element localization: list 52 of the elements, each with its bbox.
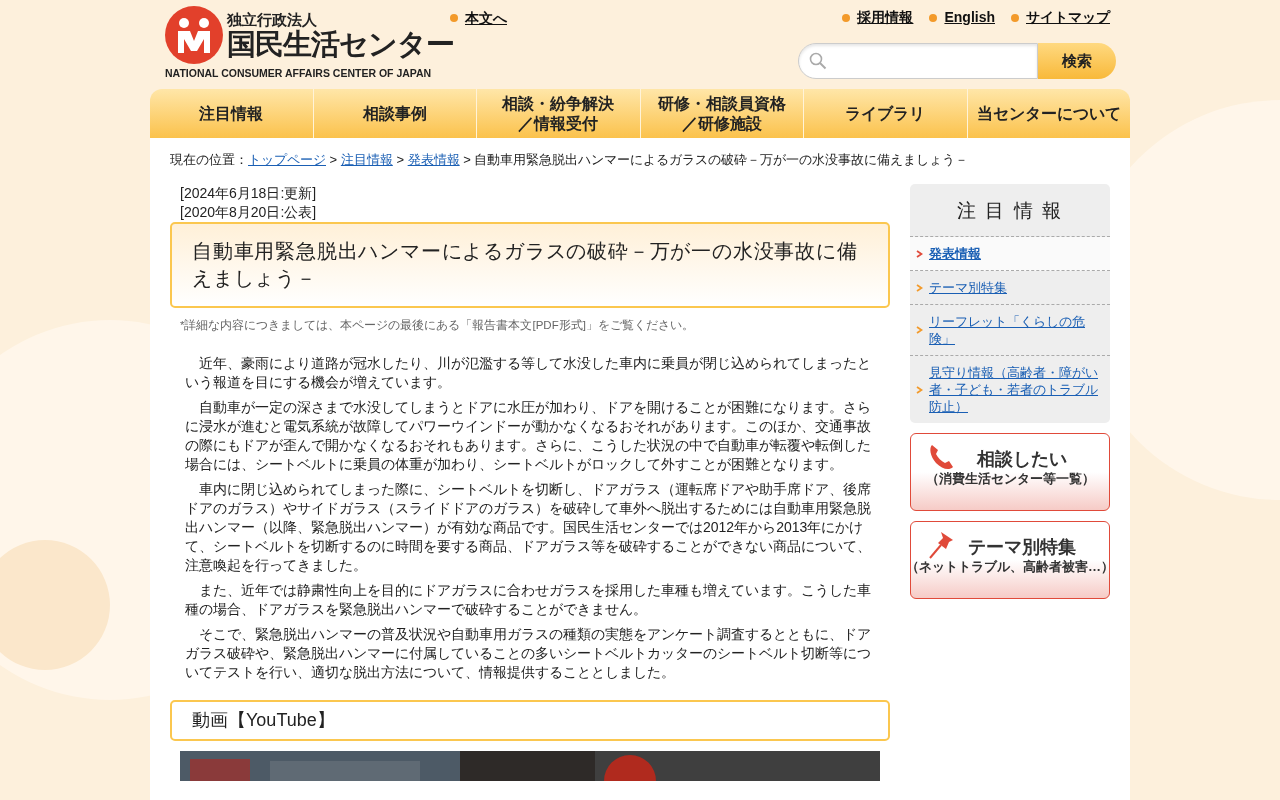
sidebar-link[interactable]: リーフレット「くらしの危険」 [929,313,1102,347]
nav-tab[interactable]: ライブラリ [804,89,968,138]
video-heading: 動画【YouTube】 [170,699,890,742]
banner-subtitle: （消費生活センター等一覧） [925,470,1095,488]
header-link[interactable]: 採用情報 [857,7,914,28]
search-icon [809,52,827,70]
organization-english-name: NATIONAL CONSUMER AFFAIRS CENTER OF JAPAN [165,66,433,81]
note-text: *詳細な内容につきましては、本ページの最後にある「報告書本文[PDF形式]」をご覧ください。 [179,317,695,334]
breadcrumb-label: 現在の位置： [170,152,248,167]
search-field[interactable] [798,43,1038,79]
paragraph: そこで、緊急脱出ハンマーの普及状況や自動車用ガラスの種類の実態をアンケート調査するとともに、ドアガラス破砕や、緊急脱出ハンマーに付属していることの多いシートベルトカッターのシートベルト切断等についてテストを行い、適切な脱出方法について、情報提供することとしました。 [184,624,872,682]
sidebar-link[interactable]: 見守り情報（高齢者・障がい者・子ども・若者のトラブル防止） [929,364,1102,415]
paragraph: 自動車が一定の深さまで水没してしまうとドアに水圧が加わり、ドアを開けることが困難になります。さらに浸水が進むと電気系統が故障してパワーウインドーが動かなくなるおそれがあります。このほか、交通事故の際にもドアが歪んで開かなくなるおそれもあります。さらに、こうした状況の中で自動車が転覆や転倒した場合には、シートベルトに乗員の体重が加わり、シートベルトがロックして外すことが困難となります。 [184,397,872,474]
header-link[interactable]: 本文へ [465,7,507,29]
breadcrumb-link[interactable]: 発表情報 [407,152,460,167]
nav-tab[interactable]: 相談事例 [313,89,477,138]
breadcrumb-link[interactable]: 注目情報 [340,152,393,167]
breadcrumb-separator: > [462,152,472,167]
organization-type: 独立行政法人 [227,11,318,28]
breadcrumb-current: 自動車用緊急脱出ハンマーによるガラスの破砕－万が一の水没事故に備えましょう－ [474,152,969,167]
date-text: [2020年8月20日:公表] [180,202,318,222]
organization-name: 国民生活センター [227,29,454,59]
breadcrumb-link[interactable]: トップページ [248,152,326,167]
date-text: [2024年6月18日:更新] [180,183,318,203]
header-link[interactable]: English [944,7,995,28]
chevron-icon [916,326,923,334]
banner-title: テーマ別特集 [967,536,1076,558]
breadcrumb-separator: > [395,152,406,167]
bullet-icon [1011,13,1019,22]
bullet-icon [929,13,938,22]
banner-title: 相談したい [975,448,1067,470]
sidebar-link[interactable]: 発表情報 [929,245,981,262]
nav-tab[interactable]: 当センターについて [967,89,1130,138]
paragraph: 近年、豪雨により道路が冠水したり、川が氾濫する等して水没した車内に乗員が閉じ込められてしまったという報道を目にする機会が増えています。 [184,353,872,392]
bullet-icon [450,14,458,22]
chevron-icon [916,249,923,258]
banner-link[interactable]: 相談したい （消費生活センター等一覧） [910,433,1110,511]
search-button[interactable]: 検索 [1038,43,1116,79]
chevron-icon [916,283,923,292]
paragraph: また、近年では静粛性向上を目的にドアガラスに合わせガラスを採用した車種も増えています。こうした車種の場合、ドアガラスを緊急脱出ハンマーで破砕することができません。 [184,580,872,619]
nav-tab[interactable]: 注目情報 [150,89,314,138]
header-link[interactable]: サイトマップ [1026,7,1110,28]
nav-tab[interactable]: 相談・紛争解決 ／情報受付 [477,89,641,138]
bullet-icon [842,13,851,22]
sidebar-link[interactable]: テーマ別特集 [929,279,1007,296]
banner-link[interactable]: テーマ別特集 （ネットトラブル、高齢者被害…） [910,521,1110,599]
breadcrumb-separator: > [328,152,339,167]
nav-tab[interactable]: 研修・相談員資格 ／研修施設 [640,89,804,138]
article-title: 自動車用緊急脱出ハンマーによるガラスの破砕－万が一の水没事故に備えましょう－ [170,221,890,308]
logo-icon [165,6,223,64]
paragraph: 車内に閉じ込められてしまった際に、シートベルトを切断し、ドアガラス（運転席ドアや助手席ドア、後席ドアのガラス）やサイドガラス（スライドドアのガラス）を破砕して車外へ脱出するためには自動車用緊急脱出ハンマー（以降、緊急脱出ハンマー）が有効な商品です。国民生活センターでは2012年から2013年にかけて、シートベルトを切断するのに時間を要する商品、ドアガラス等を破砕することができない商品について、注意喚起を行ってきました。 [184,479,872,575]
chevron-icon [916,385,923,394]
